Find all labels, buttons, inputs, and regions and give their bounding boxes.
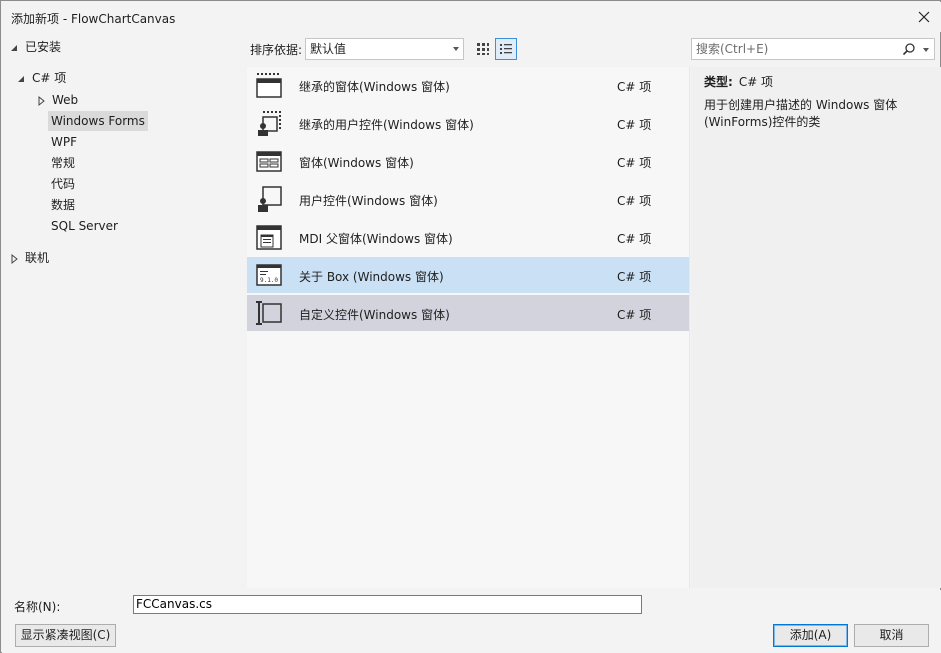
dialog-window: 添加新项 - FlowChartCanvas 已安装 C# 项 Web Wind… [0, 0, 941, 653]
category-tree: 已安装 C# 项 Web Windows Forms WPF 常规 代码 数据 … [2, 35, 245, 590]
template-type: 类型: C# 项 [704, 73, 773, 90]
sort-value: 默认值 [310, 42, 347, 56]
search-input[interactable]: 搜索(Ctrl+E) [691, 38, 935, 60]
tree-item-wpf[interactable]: WPF [51, 132, 77, 152]
template-name: 关于 Box (Windows 窗体) [299, 270, 444, 284]
tree-item-normal[interactable]: 常规 [51, 153, 75, 173]
list-item[interactable]: 窗体(Windows 窗体) C# 项 [247, 143, 689, 179]
search-icon [902, 43, 915, 56]
window-title: 添加新项 - FlowChartCanvas [11, 12, 176, 26]
tree-item-web[interactable]: Web [35, 90, 78, 110]
template-language: C# 项 [617, 156, 652, 170]
add-button[interactable]: 添加(A) [773, 624, 848, 647]
collapsed-arrow-icon [38, 95, 45, 106]
template-list: 继承的窗体(Windows 窗体) C# 项 继承的用户控件(Windows 窗… [247, 67, 690, 588]
template-language: C# 项 [617, 232, 652, 246]
template-name: MDI 父窗体(Windows 窗体) [299, 232, 453, 246]
tree-item-installed[interactable]: 已安装 [8, 37, 61, 57]
expanded-arrow-icon [18, 75, 24, 82]
title-bar: 添加新项 - FlowChartCanvas [2, 2, 941, 32]
tree-item-windows-forms[interactable]: Windows Forms [48, 111, 148, 131]
form-icon [256, 151, 282, 172]
template-name: 窗体(Windows 窗体) [299, 156, 414, 170]
sort-label: 排序依据: [250, 43, 303, 57]
template-name: 继承的窗体(Windows 窗体) [299, 80, 450, 94]
search-options-arrow-icon[interactable] [923, 48, 929, 52]
chevron-down-icon [453, 47, 459, 51]
tree-item-sql-server[interactable]: SQL Server [51, 216, 118, 236]
template-language: C# 项 [617, 308, 652, 322]
list-item-about-box[interactable]: 9.1.0 关于 Box (Windows 窗体) C# 项 [247, 257, 689, 293]
tree-item-code[interactable]: 代码 [51, 174, 75, 194]
tree-item-data[interactable]: 数据 [51, 195, 75, 215]
mdi-parent-form-icon [256, 225, 282, 250]
template-name: 用户控件(Windows 窗体) [299, 194, 438, 208]
compact-view-button[interactable]: 显示紧凑视图(C) [15, 624, 116, 647]
name-field[interactable]: FCCanvas.cs [133, 595, 642, 614]
template-language: C# 项 [617, 194, 652, 208]
list-item[interactable]: 用户控件(Windows 窗体) C# 项 [247, 181, 689, 217]
user-control-icon [258, 186, 282, 212]
collapsed-arrow-icon [11, 253, 18, 264]
type-label: 类型: [704, 75, 733, 89]
list-item[interactable]: 继承的用户控件(Windows 窗体) C# 项 [247, 105, 689, 141]
small-icons-view-button[interactable] [472, 38, 494, 60]
about-box-icon: 9.1.0 [256, 264, 282, 286]
close-icon [918, 11, 930, 23]
template-language: C# 项 [617, 80, 652, 94]
template-language: C# 项 [617, 270, 652, 284]
tree-item-online[interactable]: 联机 [8, 248, 49, 268]
inherited-user-control-icon [258, 111, 281, 136]
grid-view-icon [477, 43, 489, 55]
inherited-form-icon [256, 73, 282, 98]
svg-text:9.1.0: 9.1.0 [260, 277, 278, 284]
list-item-custom-control[interactable]: 自定义控件(Windows 窗体) C# 项 [247, 295, 689, 331]
expanded-arrow-icon [11, 44, 17, 51]
list-view-icon [500, 44, 512, 54]
template-name: 继承的用户控件(Windows 窗体) [299, 118, 474, 132]
cancel-button[interactable]: 取消 [854, 624, 929, 647]
list-view-button[interactable] [495, 38, 517, 60]
close-button[interactable] [915, 8, 933, 26]
template-description: 用于创建用户描述的 Windows 窗体(WinForms)控件的类 [704, 98, 898, 129]
list-item[interactable]: 继承的窗体(Windows 窗体) C# 项 [247, 67, 689, 103]
search-placeholder: 搜索(Ctrl+E) [696, 42, 769, 56]
name-label: 名称(N): [14, 600, 61, 614]
template-language: C# 项 [617, 118, 652, 132]
custom-control-icon [256, 301, 282, 325]
list-item[interactable]: MDI 父窗体(Windows 窗体) C# 项 [247, 219, 689, 255]
details-panel: 类型: C# 项 用于创建用户描述的 Windows 窗体(WinForms)控件… [691, 67, 941, 588]
tree-item-csharp[interactable]: C# 项 [15, 68, 66, 88]
type-value: C# 项 [738, 75, 774, 89]
bottom-bar: 名称(N): FCCanvas.cs 显示紧凑视图(C) 添加(A) 取消 [2, 590, 941, 653]
sort-dropdown[interactable]: 默认值 [305, 38, 464, 60]
template-name: 自定义控件(Windows 窗体) [299, 308, 450, 322]
